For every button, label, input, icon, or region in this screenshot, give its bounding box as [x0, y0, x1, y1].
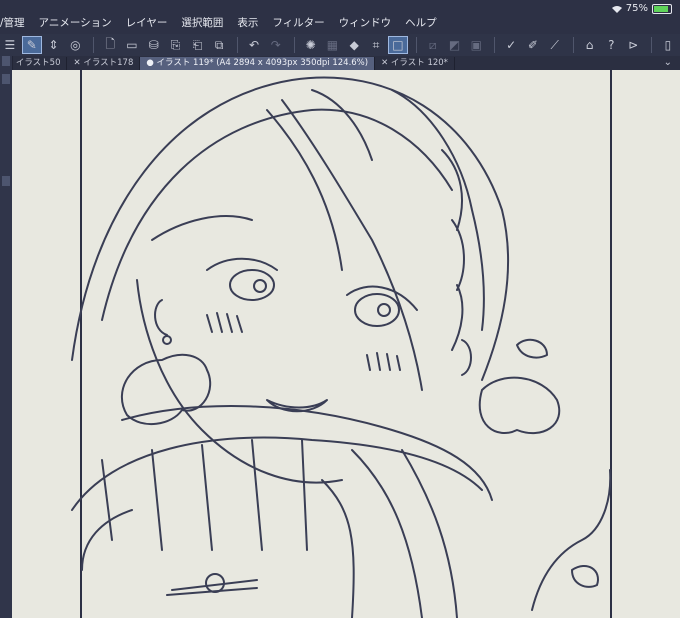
menu-item[interactable]: ヘルプ: [405, 15, 437, 30]
tool-button[interactable]: [2, 74, 10, 84]
canvas[interactable]: [12, 70, 680, 618]
lasso-icon[interactable]: ✺: [301, 36, 321, 54]
undo-icon[interactable]: ↶: [244, 36, 264, 54]
menu-items: /管理 アニメーション レイヤー 選択範囲 表示 フィルター ウィンドウ ヘルプ: [0, 15, 451, 30]
status-area: 75%: [611, 3, 672, 14]
brush-icon[interactable]: ✐: [523, 36, 543, 54]
close-icon[interactable]: ✕: [73, 58, 83, 68]
document-tab[interactable]: ✕ イラスト 120*: [375, 57, 455, 70]
ruler-icon[interactable]: ⟋: [545, 36, 565, 54]
document-tabs: ✕ イラスト50✕ イラスト178● イラスト 119* (A4 2894 x …: [0, 56, 680, 70]
menu-icon[interactable]: ☰: [0, 36, 20, 54]
target-icon[interactable]: ◎: [65, 36, 85, 54]
rect-select-icon[interactable]: □: [387, 36, 408, 54]
border-icon[interactable]: ▣: [466, 36, 486, 54]
menu-item[interactable]: アニメーション: [39, 15, 112, 30]
tab-label: イラスト50: [15, 58, 61, 68]
save-icon[interactable]: ⛁: [144, 36, 164, 54]
flip-icon[interactable]: ⊳: [623, 36, 643, 54]
sketch-artwork: [71, 76, 612, 618]
spinner-icon[interactable]: ⇕: [44, 36, 64, 54]
battery-icon: [652, 3, 672, 14]
chevron-down-icon[interactable]: ⌄: [664, 57, 672, 68]
crop-icon[interactable]: ⌗: [366, 36, 386, 54]
toolbar-divider: [415, 37, 417, 53]
new-file-icon[interactable]: 🗋: [100, 36, 120, 54]
menu-item[interactable]: ウィンドウ: [339, 15, 392, 30]
toolbar-divider: [293, 37, 295, 53]
document-tab[interactable]: ✕ イラスト178: [67, 57, 141, 70]
pen-check-icon[interactable]: ✓: [501, 36, 521, 54]
hat-icon[interactable]: ⌂: [580, 36, 600, 54]
tab-label: イラスト 120*: [390, 58, 448, 68]
tab-label: イラスト178: [83, 58, 134, 68]
menu-item[interactable]: 選択範囲: [181, 15, 223, 30]
deselect-icon[interactable]: ⧄: [423, 36, 443, 54]
battery-label: 75%: [625, 3, 648, 14]
wifi-icon: [611, 5, 622, 13]
menu-item[interactable]: /管理: [0, 15, 25, 30]
menu-item[interactable]: 表示: [237, 15, 258, 30]
layer-icon[interactable]: ⧉: [209, 36, 229, 54]
fill-icon[interactable]: ◆: [344, 36, 364, 54]
menu-item[interactable]: レイヤー: [126, 15, 168, 30]
select-all-icon[interactable]: ▦: [323, 36, 343, 54]
open-folder-icon[interactable]: ▭: [122, 36, 142, 54]
menu-item[interactable]: フィルター: [272, 15, 324, 30]
tab-label: イラスト 119* (A4 2894 x 4093px 350dpi 124.6…: [156, 58, 369, 68]
tool-button[interactable]: [2, 56, 10, 66]
menu-bar: /管理 アニメーション レイヤー 選択範囲 表示 フィルター ウィンドウ ヘルプ 75%: [0, 0, 680, 34]
redo-icon[interactable]: ↷: [266, 36, 286, 54]
invert-icon[interactable]: ◩: [445, 36, 465, 54]
modified-dot-icon[interactable]: ●: [146, 58, 156, 68]
edit-icon[interactable]: ✎: [21, 36, 42, 54]
help-icon[interactable]: ?: [601, 36, 621, 54]
toolbar-divider: [494, 37, 496, 53]
document-tab[interactable]: ● イラスト 119* (A4 2894 x 4093px 350dpi 124…: [140, 57, 376, 70]
toolbar: ☰ ✎ ⇕ ◎ 🗋 ▭ ⛁ ⎘ ⎗ ⧉ ↶ ↷ ✺ ▦ ◆ ⌗ □ ⧄ ◩ ▣ …: [0, 34, 680, 56]
device-icon[interactable]: ▯: [658, 36, 678, 54]
toolbar-divider: [651, 37, 653, 53]
toolbar-divider: [572, 37, 574, 53]
import-icon[interactable]: ⎗: [188, 36, 208, 54]
toolbar-divider: [237, 37, 239, 53]
toolbar-divider: [93, 37, 95, 53]
export-icon[interactable]: ⎘: [166, 36, 186, 54]
close-icon[interactable]: ✕: [381, 58, 391, 68]
tool-button[interactable]: [2, 176, 10, 186]
